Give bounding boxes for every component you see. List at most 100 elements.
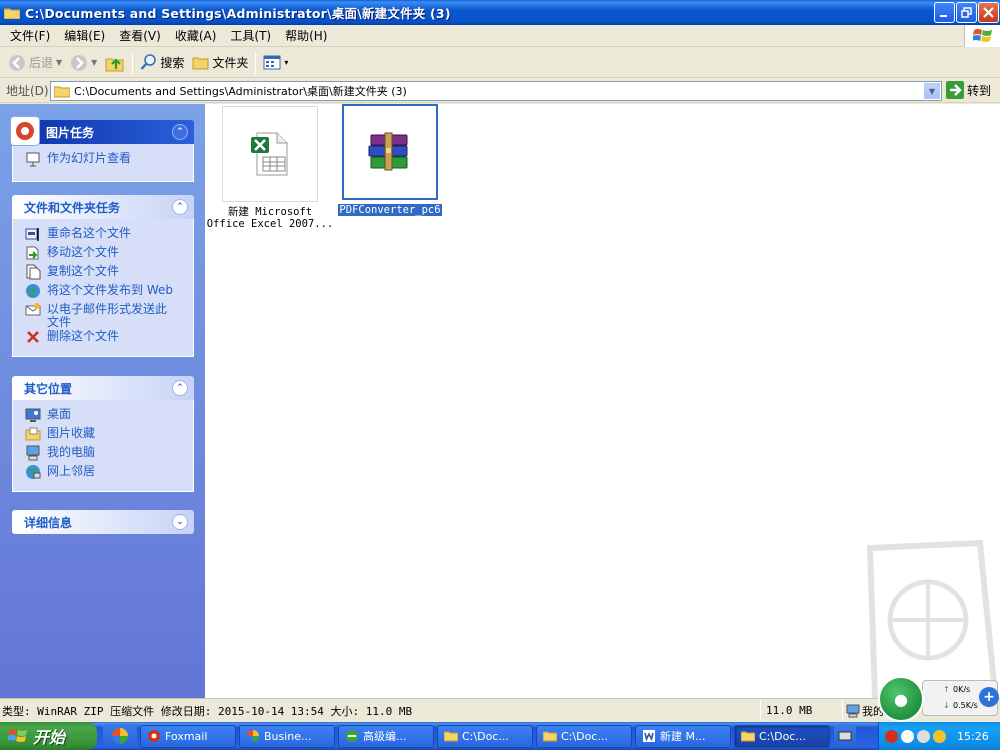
delete-link[interactable]: 删除这个文件	[25, 329, 193, 348]
menu-help[interactable]: 帮助(H)	[278, 27, 334, 44]
publish-web-label: 将这个文件发布到 Web	[47, 283, 173, 297]
task-browser[interactable]: 高级编...	[338, 724, 434, 748]
title-bar[interactable]: C:\Documents and Settings\Administrator\…	[0, 0, 1000, 25]
task-folder-active[interactable]: C:\Doc...	[734, 724, 830, 748]
toolbar: 后退 ▼ ▼ 搜索 文件夹 ▾	[0, 48, 1000, 78]
winrar-archive-icon	[368, 132, 408, 171]
file-item-archive[interactable]: PDFConverter_pc6	[325, 104, 455, 216]
expand-icon[interactable]: ⌄	[172, 514, 188, 530]
file-name-line1: 新建 Microsoft	[227, 206, 313, 218]
rename-icon	[25, 228, 39, 241]
publish-web-link[interactable]: 将这个文件发布到 Web	[25, 283, 193, 302]
collapse-icon[interactable]: ⌃	[172, 380, 188, 396]
my-pictures-link[interactable]: 图片收藏	[25, 426, 193, 445]
restore-button[interactable]	[956, 2, 977, 23]
clock[interactable]: 15:26	[957, 730, 989, 743]
toolbar-separator	[255, 51, 257, 74]
file-item-excel[interactable]: 新建 Microsoft Office Excel 2007...	[205, 106, 335, 230]
collapse-icon[interactable]: ⌃	[172, 124, 188, 140]
expand-plus-button[interactable]: +	[979, 687, 999, 707]
file-view[interactable]: 新建 Microsoft Office Excel 2007... PDFCon…	[205, 104, 1000, 698]
slideshow-link[interactable]: 作为幻灯片查看	[25, 151, 193, 170]
show-desktop-button[interactable]	[834, 724, 856, 748]
tray-app-icon[interactable]	[901, 729, 914, 743]
task-label: C:\Doc...	[462, 729, 509, 743]
tray-tool-icon[interactable]	[917, 729, 930, 743]
file-name[interactable]: PDFConverter_pc6	[338, 204, 442, 216]
address-dropdown-button[interactable]: ▼	[924, 83, 940, 99]
start-button[interactable]: 开始	[0, 722, 97, 750]
task-label: Foxmail	[165, 729, 208, 743]
menu-file[interactable]: 文件(F)	[3, 27, 57, 44]
menu-view[interactable]: 查看(V)	[112, 27, 168, 44]
folders-button[interactable]: 文件夹	[188, 50, 252, 76]
collapse-icon[interactable]: ⌃	[172, 199, 188, 215]
menu-tools[interactable]: 工具(T)	[223, 27, 278, 44]
task-foxmail[interactable]: Foxmail	[140, 724, 236, 748]
menu-edit[interactable]: 编辑(E)	[57, 27, 112, 44]
other-places-title: 其它位置	[24, 381, 73, 396]
copy-label: 复制这个文件	[47, 264, 120, 278]
details-header[interactable]: 详细信息 ⌄	[12, 510, 194, 534]
windows-logo	[964, 25, 1000, 47]
search-button[interactable]: 搜索	[136, 50, 188, 76]
start-label: 开始	[33, 728, 66, 747]
up-button[interactable]	[101, 50, 129, 76]
speed-ball-icon[interactable]: ●	[878, 676, 924, 722]
task-folder[interactable]: C:\Doc...	[536, 724, 632, 748]
move-link[interactable]: 移动这个文件	[25, 245, 193, 264]
other-places-header[interactable]: 其它位置 ⌃	[12, 376, 194, 400]
go-button[interactable]: 转到	[946, 81, 991, 99]
address-input[interactable]: C:\Documents and Settings\Administrator\…	[50, 81, 942, 101]
views-dropdown-icon[interactable]: ▾	[284, 58, 288, 67]
minimize-button[interactable]	[934, 2, 955, 23]
status-text: 类型: WinRAR ZIP 压缩文件 修改日期: 2015-10-14 13:…	[2, 704, 413, 718]
search-icon	[140, 54, 157, 70]
back-button[interactable]: 后退 ▼	[4, 50, 66, 76]
task-folder[interactable]: C:\Doc...	[437, 724, 533, 748]
back-arrow-icon	[9, 54, 25, 71]
folders-label: 文件夹	[212, 56, 249, 70]
copy-link[interactable]: 复制这个文件	[25, 264, 193, 283]
tray-foxmail-icon[interactable]	[885, 729, 898, 743]
go-arrow-icon	[946, 81, 964, 99]
file-thumbnail[interactable]	[342, 104, 438, 200]
menu-favorites[interactable]: 收藏(A)	[168, 27, 224, 44]
picture-tasks-panel: 图片任务 ⌃ 作为幻灯片查看	[10, 116, 194, 182]
task-label: 新建 M...	[660, 730, 706, 743]
file-tasks-header[interactable]: 文件和文件夹任务 ⌃	[12, 195, 194, 219]
file-tasks-panel: 文件和文件夹任务 ⌃ 重命名这个文件 移动这个文件 复制这个文件 将这个文件发布…	[12, 195, 194, 357]
slideshow-icon	[26, 152, 40, 167]
folder-icon	[543, 731, 557, 742]
keyboard-icon	[838, 731, 852, 741]
task-word[interactable]: 新建 M...	[635, 724, 731, 748]
forward-button[interactable]: ▼	[66, 50, 101, 76]
pinwheel-icon	[112, 728, 128, 744]
excel-file-icon	[251, 132, 288, 176]
picture-tasks-header[interactable]: 图片任务 ⌃	[10, 116, 194, 146]
desktop-icon	[25, 408, 41, 422]
task-business[interactable]: Busine...	[239, 724, 335, 748]
email-icon	[25, 303, 41, 316]
picture-tasks-title: 图片任务	[46, 125, 95, 140]
folder-up-icon	[105, 57, 124, 71]
forward-dropdown-icon[interactable]: ▼	[91, 58, 97, 67]
back-dropdown-icon[interactable]: ▼	[56, 58, 62, 67]
my-computer-link[interactable]: 我的电脑	[25, 445, 193, 464]
quick-launch-button[interactable]	[103, 724, 137, 748]
views-button[interactable]: ▾	[259, 50, 292, 76]
tray-add-icon[interactable]	[933, 729, 946, 743]
email-link[interactable]: 以电子邮件形式发送此文件	[25, 302, 193, 329]
net-speed-panel: ↑ 0K/s ↓ 0.5K/s +	[922, 680, 999, 716]
details-panel: 详细信息 ⌄	[12, 510, 194, 534]
task-label: C:\Doc...	[561, 729, 608, 743]
address-value: C:\Documents and Settings\Administrator\…	[74, 85, 407, 98]
file-thumbnail[interactable]	[222, 106, 318, 202]
picture-tasks-icon	[10, 116, 40, 146]
file-name[interactable]: 新建 Microsoft Office Excel 2007...	[207, 206, 333, 230]
net-speed-widget[interactable]: ↑ 0K/s ↓ 0.5K/s + ●	[878, 674, 1000, 722]
desktop-link[interactable]: 桌面	[25, 407, 193, 426]
network-link[interactable]: 网上邻居	[25, 464, 193, 483]
close-button[interactable]	[978, 2, 999, 23]
rename-link[interactable]: 重命名这个文件	[25, 226, 193, 245]
